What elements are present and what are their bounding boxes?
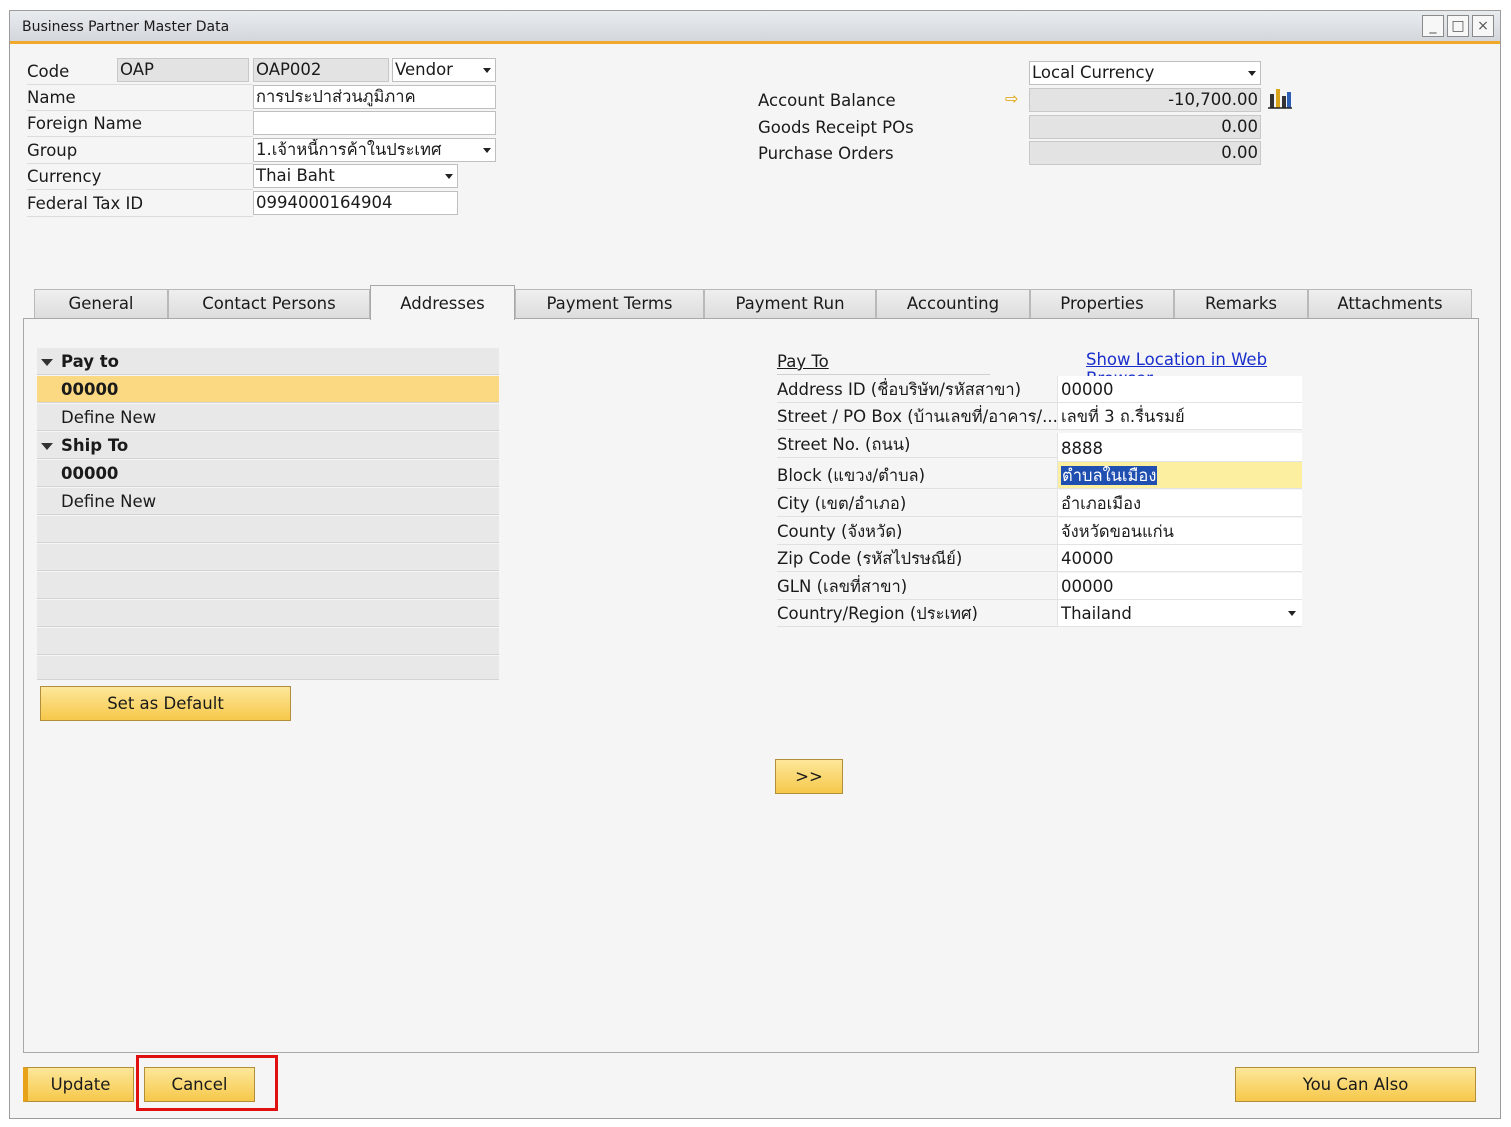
block-label: Block (แขวง/ตำบล) — [777, 462, 1057, 489]
group-select[interactable]: 1.เจ้าหนี้การค้าในประเทศ — [253, 138, 496, 162]
county-label: County (จังหวัด) — [777, 518, 1057, 545]
city-label: City (เขต/อำเภอ) — [777, 490, 1057, 517]
currency-view-select[interactable]: Local Currency — [1029, 61, 1261, 85]
tab-remarks[interactable]: Remarks — [1174, 289, 1308, 319]
tree-empty-row — [37, 572, 499, 599]
goods-receipt-field: 0.00 — [1029, 115, 1261, 139]
purchase-orders-label: Purchase Orders — [758, 144, 894, 163]
currency-label: Currency — [27, 167, 102, 186]
tab-properties[interactable]: Properties — [1030, 289, 1174, 319]
currency-select[interactable]: Thai Baht — [253, 164, 458, 188]
tree-empty-row — [37, 656, 499, 680]
ship-to-define-new-label: Define New — [61, 492, 157, 511]
tab-general[interactable]: General — [34, 289, 168, 319]
currency-value: Thai Baht — [256, 166, 335, 185]
pay-to-define-new-label: Define New — [61, 408, 157, 427]
foreign-name-label: Foreign Name — [27, 114, 143, 133]
tax-field[interactable]: 0994000164904 — [253, 191, 458, 215]
street-field[interactable]: เลขที่ 3 ถ.รื่นรมย์ — [1057, 403, 1302, 430]
city-field[interactable]: อำเภอเมือง — [1057, 490, 1302, 517]
addresses-panel: Pay to 00000 Define New Ship To 00000 De… — [23, 318, 1479, 1053]
chevron-down-icon — [483, 148, 491, 153]
update-button[interactable]: Update — [23, 1067, 134, 1102]
expand-button[interactable]: >> — [775, 759, 843, 794]
address-form: Pay To Show Location in Web Browser Addr… — [777, 350, 1337, 650]
street-label: Street / PO Box (บ้านเลขที่/อาคาร/... — [777, 403, 1057, 430]
bp-type-value: Vendor — [395, 60, 453, 79]
tree-empty-row — [37, 628, 499, 655]
gln-label: GLN (เลขที่สาขา) — [777, 573, 1057, 600]
minimize-button[interactable]: _ — [1422, 15, 1444, 37]
code-field[interactable]: OAP002 — [253, 58, 389, 82]
block-value-selected: ตำบลในเมือง — [1061, 466, 1158, 485]
zip-field[interactable]: 40000 — [1057, 545, 1302, 572]
pay-to-group[interactable]: Pay to — [37, 348, 499, 375]
ship-to-define-new[interactable]: Define New — [37, 488, 499, 515]
bp-type-select[interactable]: Vendor — [392, 58, 496, 82]
zip-label: Zip Code (รหัสไปรษณีย์) — [777, 545, 1057, 572]
close-button[interactable]: × — [1472, 15, 1494, 37]
name-label: Name — [27, 88, 76, 107]
bp-master-data-window: Business Partner Master Data _ □ × Code … — [9, 10, 1501, 1119]
chevron-down-icon — [1288, 611, 1296, 616]
pay-to-define-new[interactable]: Define New — [37, 404, 499, 431]
county-field[interactable]: จังหวัดขอนแก่น — [1057, 518, 1302, 545]
tab-contact-persons[interactable]: Contact Persons — [168, 289, 370, 319]
street-no-field[interactable]: 8888 — [1057, 433, 1302, 462]
code-label: Code — [27, 62, 70, 81]
window-title: Business Partner Master Data — [22, 19, 230, 35]
group-label: Group — [27, 141, 78, 160]
ship-to-address-code: 00000 — [61, 464, 119, 483]
purchase-orders-field: 0.00 — [1029, 141, 1261, 165]
block-field[interactable]: ตำบลในเมือง — [1057, 462, 1302, 489]
code-series-field[interactable]: OAP — [117, 58, 249, 82]
maximize-button[interactable]: □ — [1447, 15, 1469, 37]
tab-payment-terms[interactable]: Payment Terms — [515, 289, 704, 319]
collapse-triangle-icon — [41, 443, 53, 450]
tree-empty-row — [37, 544, 499, 571]
country-value: Thailand — [1061, 604, 1132, 623]
address-id-label: Address ID (ชื่อบริษัท/รหัสสาขา) — [777, 376, 1057, 403]
country-label: Country/Region (ประเทศ) — [777, 600, 1057, 627]
country-select[interactable]: Thailand — [1057, 600, 1302, 627]
address-id-field[interactable]: 00000 — [1057, 376, 1302, 403]
currency-view-value: Local Currency — [1032, 63, 1155, 82]
foreign-name-field[interactable] — [253, 111, 496, 135]
street-no-label: Street No. (ถนน) — [777, 431, 1057, 458]
pay-to-address-item[interactable]: 00000 — [37, 376, 499, 403]
heading-underline — [777, 374, 990, 375]
chevron-down-icon — [1248, 71, 1256, 76]
account-balance-field: -10,700.00 — [1029, 88, 1261, 112]
chevron-down-icon — [483, 68, 491, 73]
ship-to-address-item[interactable]: 00000 — [37, 460, 499, 487]
you-can-also-button[interactable]: You Can Also — [1235, 1067, 1476, 1102]
chevron-down-icon — [445, 174, 453, 179]
tab-payment-run[interactable]: Payment Run — [704, 289, 876, 319]
link-arrow-icon[interactable]: ⇨ — [1005, 89, 1018, 108]
pay-to-address-code: 00000 — [61, 380, 119, 399]
set-as-default-button[interactable]: Set as Default — [40, 686, 291, 721]
name-field[interactable]: การประปาส่วนภูมิภาค — [253, 85, 496, 109]
collapse-triangle-icon — [41, 359, 53, 366]
address-heading: Pay To — [777, 352, 829, 371]
group-value: 1.เจ้าหนี้การค้าในประเทศ — [256, 140, 442, 159]
tree-empty-row — [37, 600, 499, 627]
title-bar[interactable]: Business Partner Master Data _ □ × — [10, 11, 1500, 44]
gln-field[interactable]: 00000 — [1057, 573, 1302, 600]
account-balance-label: Account Balance — [758, 91, 896, 110]
chart-icon[interactable] — [1268, 86, 1292, 110]
highlight-box — [136, 1055, 278, 1111]
tab-accounting[interactable]: Accounting — [876, 289, 1030, 319]
tree-empty-row — [37, 516, 499, 543]
tab-attachments[interactable]: Attachments — [1308, 289, 1472, 319]
tax-label: Federal Tax ID — [27, 194, 144, 213]
ship-to-group[interactable]: Ship To — [37, 432, 499, 459]
tab-addresses[interactable]: Addresses — [370, 285, 515, 320]
goods-receipt-label: Goods Receipt POs — [758, 118, 914, 137]
